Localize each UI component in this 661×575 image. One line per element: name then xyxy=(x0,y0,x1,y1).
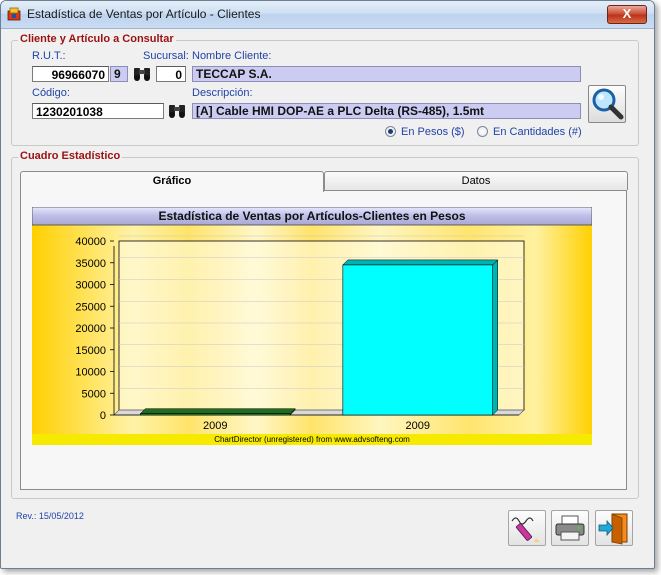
bar-top-0 xyxy=(139,408,296,414)
main-window: Estadística de Ventas por Artículo - Cli… xyxy=(0,0,655,569)
nombre-cliente-label: Nombre Cliente: xyxy=(192,50,272,62)
sales-bar-chart: Estadística de Ventas por Artículos-Clie… xyxy=(32,207,592,445)
title-bar[interactable]: Estadística de Ventas por Artículo - Cli… xyxy=(1,1,654,29)
descripcion-label: Descripción: xyxy=(192,87,253,99)
chart-title: Estadística de Ventas por Artículos-Clie… xyxy=(159,209,466,223)
bar-0 xyxy=(140,413,291,416)
rut-label: R.U.T.: xyxy=(32,50,66,62)
print-button[interactable] xyxy=(551,510,589,546)
sucursal-input[interactable]: 0 xyxy=(156,66,186,82)
radio-en-cantidades-label[interactable]: En Cantidades (#) xyxy=(493,126,582,138)
bar-side-1 xyxy=(492,259,498,416)
radio-en-cantidades[interactable] xyxy=(477,126,488,137)
app-icon xyxy=(7,7,21,21)
radio-en-pesos[interactable] xyxy=(385,126,396,137)
y-tick-label-1: 5000 xyxy=(82,388,106,400)
bar-top-1 xyxy=(342,259,499,266)
codigo-label: Código: xyxy=(32,87,70,99)
consultar-button[interactable] xyxy=(588,85,626,123)
rut-input[interactable]: 96966070 xyxy=(32,66,109,82)
revision-label: Rev.: 15/05/2012 xyxy=(16,511,84,521)
tab-grafico[interactable]: Gráfico xyxy=(20,171,324,192)
y-tick-label-5: 25000 xyxy=(75,301,106,313)
nombre-cliente-field: TECCAP S.A. xyxy=(192,66,581,82)
exit-button[interactable] xyxy=(595,510,633,546)
y-tick-label-3: 15000 xyxy=(75,345,106,357)
x-tick-label-0: 2009 xyxy=(203,420,227,432)
printer-icon xyxy=(555,515,585,541)
tab-datos-label: Datos xyxy=(461,175,491,187)
descripcion-field: [A] Cable HMI DOP-AE a PLC Delta (RS-485… xyxy=(192,103,581,119)
bar-1 xyxy=(342,264,493,416)
tab-datos[interactable]: Datos xyxy=(324,171,628,190)
y-tick-label-0: 0 xyxy=(100,410,106,422)
y-tick-label-4: 20000 xyxy=(75,323,106,335)
search-rut-binoculars-icon[interactable] xyxy=(132,65,152,83)
sucursal-label: Sucursal: xyxy=(143,50,189,62)
close-icon: X xyxy=(622,6,632,21)
y-tick-label-6: 30000 xyxy=(75,280,106,292)
rut-dv-field: 9 xyxy=(110,66,128,82)
consulta-group-title: Cliente y Artículo a Consultar xyxy=(18,33,176,45)
y-tick-label-2: 10000 xyxy=(75,367,106,379)
x-tick-label-1: 2009 xyxy=(406,420,430,432)
window-title: Estadística de Ventas por Artículo - Cli… xyxy=(27,7,261,21)
pen-signature-icon xyxy=(511,517,540,542)
tab-grafico-label: Gráfico xyxy=(152,175,192,187)
exit-door-icon xyxy=(598,513,628,545)
export-button[interactable] xyxy=(508,510,546,546)
magnifier-icon xyxy=(592,88,624,120)
close-button[interactable]: X xyxy=(607,5,647,24)
search-codigo-binoculars-icon[interactable] xyxy=(167,102,187,120)
chart-footer: ChartDirector (unregistered) from www.ad… xyxy=(214,435,410,444)
cuadro-group-title: Cuadro Estadístico xyxy=(18,150,123,162)
y-tick-label-7: 35000 xyxy=(75,258,106,270)
codigo-input[interactable]: 1230201038 xyxy=(32,103,164,119)
y-tick-label-8: 40000 xyxy=(75,236,106,248)
radio-en-pesos-label[interactable]: En Pesos ($) xyxy=(401,126,465,138)
